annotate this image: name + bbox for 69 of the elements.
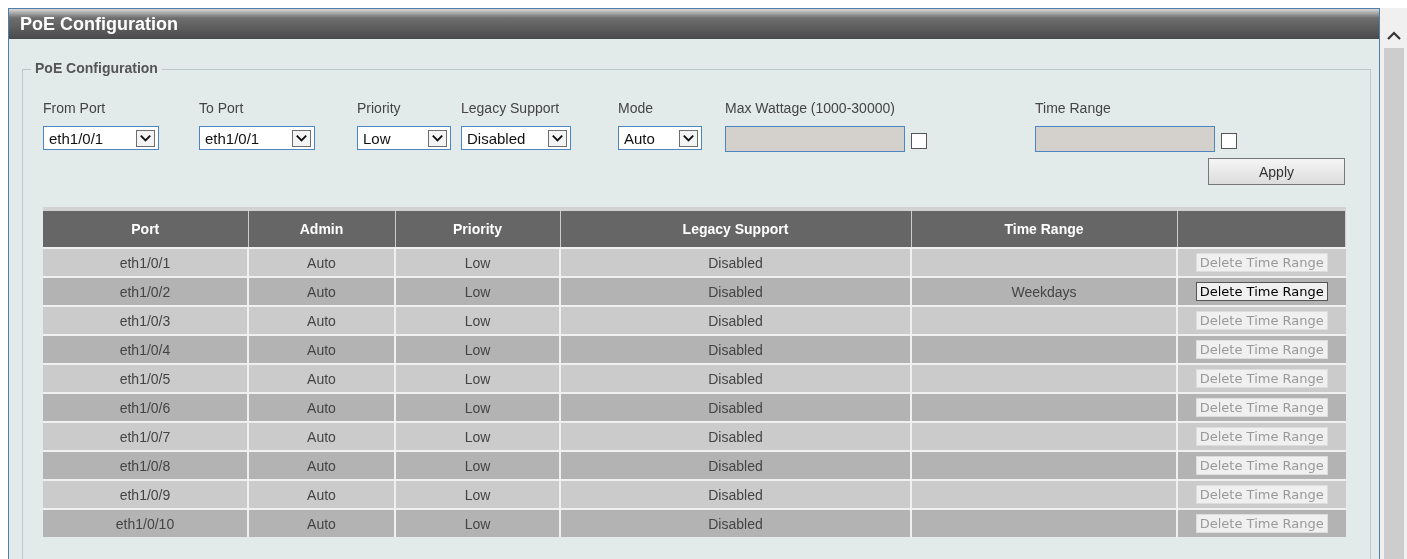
fieldset-legend: PoE Configuration [31, 60, 162, 76]
caret-icon [292, 129, 311, 147]
table-cell: Disabled [560, 335, 911, 364]
table-cell: Disabled [560, 509, 911, 537]
field-label: Legacy Support [461, 100, 561, 116]
table-cell: Auto [248, 248, 395, 277]
table-cell: Low [395, 277, 560, 306]
field-label: To Port [199, 100, 245, 116]
table-cell: eth1/0/10 [43, 509, 248, 537]
table-cell: eth1/0/7 [43, 422, 248, 451]
table-cell: Low [395, 364, 560, 393]
table-cell: Disabled [560, 422, 911, 451]
table-cell: Auto [248, 364, 395, 393]
dropdown[interactable]: Disabled [461, 126, 571, 150]
dropdown[interactable]: Auto [618, 126, 702, 150]
table-cell: Auto [248, 335, 395, 364]
field-label: Mode [618, 100, 655, 116]
dropdown[interactable]: Low [357, 126, 451, 150]
table-cell: eth1/0/9 [43, 480, 248, 509]
table-cell: Auto [248, 451, 395, 480]
table-cell: Auto [248, 509, 395, 537]
table-cell: Auto [248, 306, 395, 335]
caret-icon [428, 129, 447, 147]
table-cell: Low [395, 335, 560, 364]
caret-icon [548, 129, 567, 147]
caret-icon [136, 129, 155, 147]
table-cell: Disabled [560, 248, 911, 277]
table-cell: Disabled [560, 306, 911, 335]
table-cell: Disabled [560, 451, 911, 480]
table-cell: Low [395, 306, 560, 335]
table-cell: eth1/0/3 [43, 306, 248, 335]
column-header: Priority [395, 209, 560, 248]
column-header: Legacy Support [560, 209, 911, 248]
table-cell: Low [395, 248, 560, 277]
table-cell: Auto [248, 393, 395, 422]
apply-button[interactable]: Apply [1208, 158, 1345, 185]
table-cell: Disabled [560, 277, 911, 306]
dropdown[interactable]: eth1/0/1 [199, 126, 315, 150]
table-cell: Disabled [560, 364, 911, 393]
table-cell: Low [395, 451, 560, 480]
table-cell: Low [395, 480, 560, 509]
table-cell: Low [395, 509, 560, 537]
table-cell: Auto [248, 480, 395, 509]
table-cell: Low [395, 393, 560, 422]
scrollbar[interactable] [1380, 8, 1407, 559]
column-header: Admin [248, 209, 395, 248]
table-cell: Auto [248, 422, 395, 451]
table-cell: eth1/0/1 [43, 248, 248, 277]
table-cell: eth1/0/5 [43, 364, 248, 393]
table-cell: Weekdays [911, 277, 1177, 306]
table-cell: eth1/0/6 [43, 393, 248, 422]
table-cell: eth1/0/2 [43, 277, 248, 306]
table-cell: Auto [248, 277, 395, 306]
column-header: Time Range [911, 209, 1177, 248]
field-label: Time Range [1035, 100, 1112, 116]
column-header: Port [43, 209, 248, 248]
field-label: Priority [357, 100, 402, 116]
table-cell: Disabled [560, 480, 911, 509]
scroll-up-icon[interactable] [1385, 30, 1402, 40]
field-label: From Port [43, 100, 107, 116]
caret-icon [679, 129, 698, 147]
table-cell: Low [395, 422, 560, 451]
table-cell: eth1/0/4 [43, 335, 248, 364]
delete-time-range-button[interactable]: Delete Time Range [1195, 282, 1328, 301]
dropdown[interactable]: eth1/0/1 [43, 126, 159, 150]
field-label: Max Wattage (1000-30000) [725, 100, 896, 116]
table-cell: eth1/0/8 [43, 451, 248, 480]
window-title: PoE Configuration [9, 9, 1379, 39]
table-cell: Disabled [560, 393, 911, 422]
